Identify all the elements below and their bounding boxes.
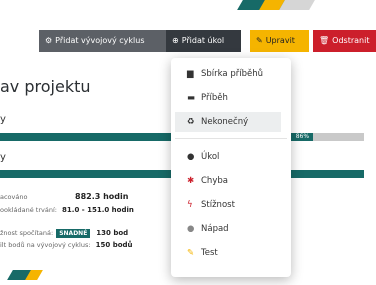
stat-label: acováno: [0, 193, 28, 201]
dropdown-item-complaint[interactable]: ϟ Stížnost: [175, 195, 281, 215]
add-task-label: Přidat úkol: [181, 36, 225, 45]
stat-row: ookládané trvání: 81.0 - 151.0 hodin: [0, 206, 134, 214]
edit-button[interactable]: ✎ Upravit: [250, 30, 309, 52]
dropdown-item-label: Úkol: [201, 152, 220, 162]
dropdown-item-idea[interactable]: ● Nápad: [175, 219, 281, 239]
progress-label: y: [0, 152, 6, 163]
ticket-icon: ▬: [187, 93, 196, 103]
delete-button[interactable]: 🗑 Odstranit: [313, 30, 376, 52]
dropdown-item-label: Stížnost: [201, 200, 235, 210]
stat-row: ilt bodů na vývojový cyklus: 150 bodů: [0, 241, 133, 249]
stat-row: acováno 882.3 hodin: [0, 192, 128, 201]
stat-value: 130 bod: [96, 229, 129, 237]
pencil-icon: ✎: [187, 248, 195, 258]
bug-icon: ✱: [187, 176, 195, 186]
recycle-icon: ♻: [187, 117, 195, 127]
dropdown-item-infinite[interactable]: ♻ Nekonečný: [175, 112, 281, 132]
dropdown-item-bug[interactable]: ✱ Chyba: [175, 171, 281, 191]
stat-value: 81.0 - 151.0 hodin: [62, 206, 134, 214]
dropdown-item-label: Nápad: [201, 224, 229, 234]
stat-row: žnost spočítaná: SNADNÉ 130 bod: [0, 229, 128, 238]
progress-label: y: [0, 114, 6, 125]
page-title: av projektu: [0, 77, 91, 96]
dropdown-item-label: Sbírka příběhů: [201, 69, 263, 79]
dropdown-item-test[interactable]: ✎ Test: [175, 243, 281, 263]
book-icon: ▆: [187, 69, 194, 79]
bolt-icon: ϟ: [187, 200, 193, 210]
decorative-stripe: [279, 0, 315, 10]
trash-icon: 🗑: [319, 36, 330, 45]
add-cycle-button[interactable]: ⚙ Přidat vývojový cyklus: [39, 30, 166, 52]
add-cycle-label: Přidat vývojový cyklus: [55, 36, 145, 45]
dropdown-item-task[interactable]: ● Úkol: [175, 147, 281, 167]
task-type-dropdown: ▆ Sbírka příběhů ▬ Příběh ♻ Nekonečný ● Úkol…: [171, 58, 291, 277]
stat-label: žnost spočítaná:: [0, 229, 54, 237]
dropdown-item-label: Příběh: [201, 93, 228, 103]
lightbulb-icon: ●: [187, 224, 195, 234]
gears-icon: ⚙: [45, 36, 53, 45]
dropdown-item-label: Chyba: [201, 176, 228, 186]
dropdown-item-label: Test: [201, 248, 218, 258]
stat-value: 150 bodů: [95, 241, 133, 249]
edit-icon: ✎: [256, 36, 263, 45]
check-circle-icon: ●: [187, 152, 195, 162]
dropdown-divider: [175, 138, 287, 139]
delete-label: Odstranit: [332, 36, 370, 45]
edit-label: Upravit: [265, 36, 295, 45]
dropdown-item-story[interactable]: ▬ Příběh: [175, 88, 281, 108]
stat-label: ookládané trvání:: [0, 206, 57, 214]
difficulty-badge: SNADNÉ: [56, 229, 91, 238]
stat-label: ilt bodů na vývojový cyklus:: [0, 241, 91, 249]
dropdown-item-label: Nekonečný: [201, 117, 249, 127]
dropdown-item-story-collection[interactable]: ▆ Sbírka příběhů: [175, 64, 281, 84]
add-task-button[interactable]: ⊕ Přidat úkol: [166, 30, 241, 52]
stat-value: 882.3 hodin: [75, 192, 129, 201]
plus-circle-icon: ⊕: [172, 36, 179, 45]
